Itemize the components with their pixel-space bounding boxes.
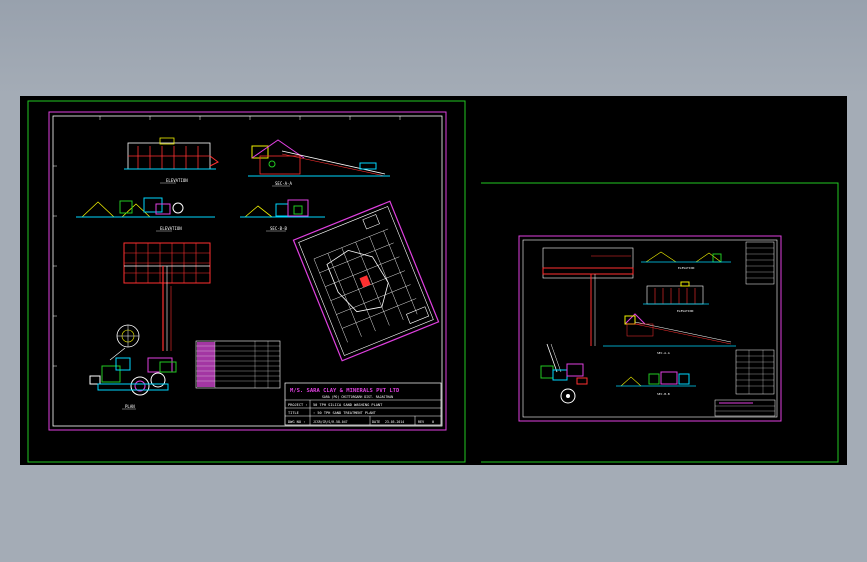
app-background [0,0,867,96]
r-title-block [714,399,776,417]
label-elevation-2: ELEVATION [160,226,182,231]
r-section-view: SEC-A-A [603,313,736,355]
date-label: DATE [372,420,380,424]
dwg-value: JCSR/CR/S/R-58-047 [313,420,348,424]
company-name: M/S. SARA CLAY & MINERALS PVT LTD [290,388,400,394]
label-section-bb: SEC-B-B [270,226,287,231]
r-legend-small [745,241,775,285]
section-view-aa: SEC-A-A [248,139,390,187]
legend-table [195,340,281,389]
model-space-viewport-secondary[interactable]: ELEVATION ELEVATION SEC-A-A SEC-B-B [481,96,847,465]
date-value: 23-05-2014 [385,420,404,424]
title-value: : 50 TPH SAND TREATMENT PLANT [313,411,377,415]
plan-view: PLAN [89,242,211,410]
r-elevation-view-2: ELEVATION [643,281,709,313]
r-label-elevation: ELEVATION [678,266,694,270]
r-equipment-cluster [540,343,588,404]
label-plan: PLAN [125,404,135,409]
label-section-aa: SEC-A-A [275,181,292,186]
drawing-sheet-main: ELEVATION SEC-A-A ELEVATION SEC-B-B PLAN… [27,100,466,463]
r-section-view-2: SEC-B-B [616,371,696,396]
company-address: SARA (PO) CHITTORGARH DIST. RAJASTHAN [322,395,393,399]
r-legend-table [735,349,775,395]
dwg-label: DWG NO : [288,420,305,424]
section-view-bb: SEC-B-B [240,199,325,232]
r-label-section-2: SEC-B-B [657,392,670,396]
drawing-sheet-secondary: ELEVATION ELEVATION SEC-A-A SEC-B-B [481,182,839,463]
r-label-elevation-2: ELEVATION [677,309,693,313]
label-elevation-1: ELEVATION [166,178,188,183]
model-space-viewport-main[interactable]: ELEVATION SEC-A-A ELEVATION SEC-B-B PLAN… [20,96,481,465]
rev-label: REV [418,420,424,424]
r-label-section: SEC-A-A [657,351,670,355]
title-label: TITLE [288,411,299,415]
r-elevation-view: ELEVATION [641,251,731,270]
rev-value: 0 [432,420,434,424]
project-value: 50 TPH SILICA SAND WASHING PLANT [313,403,383,407]
elevation-view-2: ELEVATION [76,197,215,232]
elevation-view-1: ELEVATION [124,137,219,184]
project-label: PROJECT : [288,403,307,407]
title-block: M/S. SARA CLAY & MINERALS PVT LTD SARA (… [284,382,442,426]
site-plan-rotated [292,200,440,362]
r-plan-view [542,247,634,346]
